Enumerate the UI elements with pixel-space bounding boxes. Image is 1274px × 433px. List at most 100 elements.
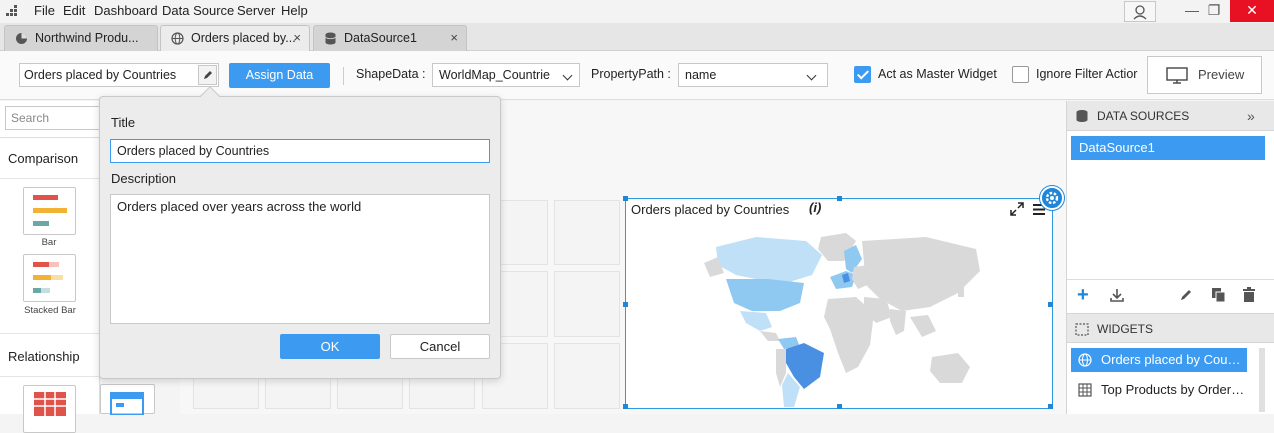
map-widget[interactable]: Orders placed by Countries (i) (623, 196, 1053, 409)
map-region-canada (716, 237, 822, 283)
menu-edit[interactable]: Edit (63, 3, 85, 18)
resize-handle[interactable] (1048, 404, 1053, 409)
shape-data-value: WorldMap_Countrie (439, 68, 550, 82)
user-icon (1133, 5, 1147, 20)
menu-file[interactable]: File (34, 3, 55, 18)
widgets-title: WIDGETS (1097, 322, 1153, 336)
add-icon[interactable]: + (1077, 284, 1089, 307)
bar-chart-icon (33, 195, 67, 226)
map-region-europe-west (830, 271, 856, 289)
data-sources-header: DATA SOURCES » (1067, 101, 1274, 131)
property-path-label: PropertyPath : (591, 67, 671, 81)
map-region-australia (930, 353, 970, 383)
widget-list-item[interactable]: Top Products by Orders... (1071, 378, 1247, 402)
master-widget-checkbox[interactable] (854, 66, 871, 83)
widget-item-label: Top Products by Orders... (1101, 382, 1247, 397)
card-icon (110, 392, 144, 416)
menu-help[interactable]: Help (281, 3, 308, 18)
grid-icon (34, 392, 66, 416)
description-label: Description (111, 171, 177, 186)
menu-data-source[interactable]: Data Source (162, 3, 234, 18)
description-textarea[interactable]: Orders placed over years across the worl… (110, 194, 490, 324)
stacked-bar-icon (33, 262, 63, 293)
info-icon[interactable]: (i) (809, 200, 821, 215)
account-button[interactable] (1124, 1, 1156, 22)
card-widget-thumb[interactable] (100, 384, 155, 416)
stacked-bar-caption: Stacked Bar (24, 305, 76, 316)
map-widget-title: Orders placed by Countries (631, 202, 790, 217)
map-region-central-america (760, 331, 780, 341)
menu-bar: File Edit Dashboard Data Source Server H… (0, 0, 1274, 23)
stacked-bar-widget-thumb[interactable] (23, 254, 76, 302)
maximize-icon[interactable] (1010, 202, 1024, 216)
canvas-cell (554, 271, 620, 337)
data-source-item[interactable]: DataSource1 (1071, 136, 1265, 160)
map-region-africa (824, 297, 874, 373)
shape-data-label: ShapeData : (356, 67, 426, 81)
copy-icon[interactable] (1211, 287, 1227, 303)
widget-toolbar: Orders placed by Countries Assign Data S… (0, 51, 1274, 100)
bar-caption: Bar (41, 237, 57, 248)
tab-strip: Northwind Produ... Orders placed by... ×… (0, 23, 1274, 51)
title-description-dialog: Title Orders placed by Countries Descrip… (99, 96, 501, 379)
ignore-filter-label: Ignore Filter Actior (1036, 67, 1138, 81)
scrollbar[interactable] (1259, 348, 1265, 412)
group-comparison: Comparison (8, 151, 79, 166)
app-menu-icon[interactable] (6, 5, 20, 19)
database-icon (325, 32, 336, 45)
master-widget-label: Act as Master Widget (878, 67, 997, 81)
grid-icon (1078, 383, 1092, 397)
group-relationship: Relationship (8, 349, 80, 364)
preview-button[interactable]: Preview (1147, 56, 1262, 94)
assign-data-button[interactable]: Assign Data (229, 63, 330, 88)
right-panel: DATA SOURCES » DataSource1 + WIDGETS Ord… (1066, 101, 1274, 414)
cancel-button[interactable]: Cancel (390, 334, 490, 359)
widget-list-item[interactable]: Orders placed by Count... (1071, 348, 1247, 372)
close-button[interactable]: ✕ (1230, 0, 1274, 22)
preview-label: Preview (1198, 67, 1245, 82)
globe-icon (1078, 353, 1092, 367)
shape-data-dropdown[interactable]: WorldMap_Countrie (432, 63, 580, 87)
grid-widget-thumb[interactable] (23, 385, 76, 433)
widget-title-field[interactable]: Orders placed by Countries (19, 63, 219, 87)
resize-handle[interactable] (623, 404, 628, 409)
canvas-cell (554, 343, 620, 409)
ok-button[interactable]: OK (280, 334, 380, 359)
map-region-southeast-asia (910, 315, 936, 337)
resize-handle[interactable] (837, 196, 842, 201)
data-source-actions: + (1067, 279, 1274, 309)
canvas-cell (554, 200, 620, 265)
widget-settings-button[interactable] (1040, 186, 1064, 210)
property-path-dropdown[interactable]: name (678, 63, 828, 87)
tab-datasource1[interactable]: DataSource1 × (313, 25, 467, 51)
menu-dashboard[interactable]: Dashboard (94, 3, 158, 18)
collapse-panel-icon[interactable]: » (1247, 101, 1255, 131)
resize-handle[interactable] (623, 196, 628, 201)
tab-label: DataSource1 (344, 31, 417, 45)
search-input[interactable]: Search (5, 106, 105, 130)
resize-handle[interactable] (1048, 302, 1053, 307)
toolbar-divider (343, 67, 344, 85)
pencil-icon (204, 71, 212, 79)
bar-widget-thumb[interactable] (23, 187, 76, 235)
chevron-down-icon (806, 70, 817, 81)
import-icon[interactable] (1109, 288, 1125, 303)
resize-handle[interactable] (623, 302, 628, 307)
widget-palette: Search Comparison Bar Stacked Bar Relati… (0, 101, 105, 433)
data-sources-title: DATA SOURCES (1097, 109, 1190, 123)
gear-icon (1045, 191, 1059, 205)
divider (0, 376, 100, 377)
tab-orders-placed[interactable]: Orders placed by... × (160, 25, 310, 51)
menu-server[interactable]: Server (237, 3, 275, 18)
restore-button[interactable]: ❐ (1198, 0, 1230, 22)
tab-close-icon[interactable]: × (293, 26, 301, 50)
delete-icon[interactable] (1242, 287, 1256, 303)
edit-title-button[interactable] (198, 65, 217, 85)
title-input[interactable]: Orders placed by Countries (110, 139, 490, 163)
pencil-icon[interactable] (1179, 288, 1193, 303)
resize-handle[interactable] (837, 404, 842, 409)
tab-close-icon[interactable]: × (450, 26, 458, 50)
ignore-filter-checkbox[interactable] (1012, 66, 1029, 83)
tab-label: Orders placed by... (191, 31, 296, 45)
tab-northwind-products[interactable]: Northwind Produ... (4, 25, 158, 51)
